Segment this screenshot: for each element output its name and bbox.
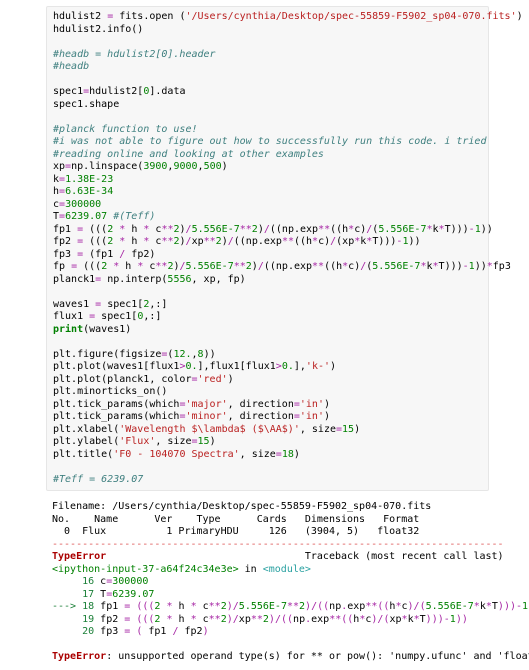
code-cell[interactable]: hdulist2 = fits.open ('/Users/cynthia/De… — [46, 6, 489, 491]
stdout: Filename: /Users/cynthia/Desktop/spec-55… — [52, 501, 483, 539]
traceback: ----------------------------------------… — [52, 539, 483, 664]
code-content: hdulist2 = fits.open ('/Users/cynthia/De… — [53, 11, 482, 486]
output-cell: Filename: /Users/cynthia/Desktop/spec-55… — [46, 497, 489, 668]
